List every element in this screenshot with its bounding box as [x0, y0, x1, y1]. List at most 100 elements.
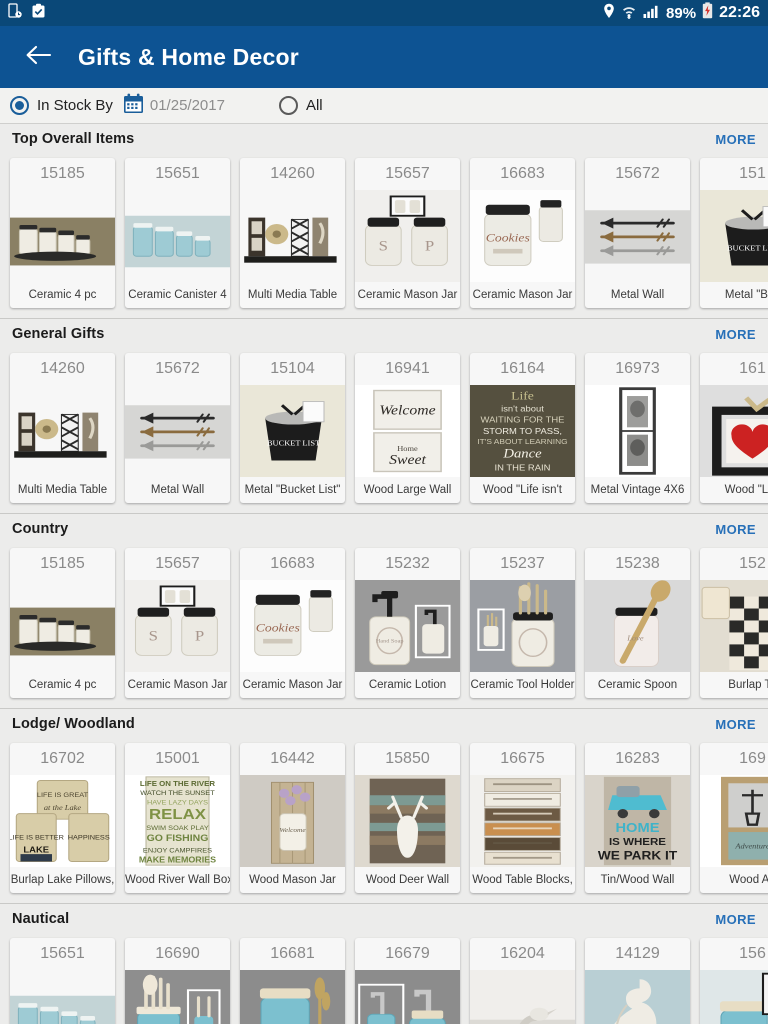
product-card[interactable]: 15672 Metal Wall: [585, 158, 690, 308]
product-card[interactable]: 15672 Metal Wall: [125, 353, 230, 503]
product-card[interactable]: 14260 Multi Media Table: [10, 353, 115, 503]
section-more-link[interactable]: MORE: [715, 717, 756, 732]
in-stock-date-value[interactable]: 01/25/2017: [150, 97, 225, 114]
product-name: Wood Deer Wall: [365, 874, 450, 886]
product-card[interactable]: 16941 Welcome Home Sweet Wood Large Wall: [355, 353, 460, 503]
product-card[interactable]: 14260 Multi Media Table: [240, 158, 345, 308]
product-image: [125, 385, 230, 477]
product-card[interactable]: 16973 Metal Vintage 4X6: [585, 353, 690, 503]
product-card[interactable]: 152 Burlap Ta: [700, 548, 768, 698]
product-card[interactable]: 15237 Ceramic Tool Holder: [470, 548, 575, 698]
product-number: 15185: [40, 165, 85, 182]
product-image: [355, 775, 460, 867]
product-row-scroller[interactable]: 15651 16690 16681 Love16679 16204 14129 …: [0, 934, 768, 1024]
svg-text:GO FISHING: GO FISHING: [147, 834, 209, 844]
back-button[interactable]: [16, 35, 60, 79]
product-card[interactable]: 15185 Ceramic 4 pc: [10, 548, 115, 698]
product-card[interactable]: 15651: [10, 938, 115, 1024]
product-card[interactable]: 161 Wood "Lov: [700, 353, 768, 503]
product-row-scroller[interactable]: 16702 LIFE IS GREAT at the Lake LIFE IS …: [0, 739, 768, 903]
product-card[interactable]: 14129: [585, 938, 690, 1024]
product-row-scroller[interactable]: 15185 Ceramic 4 pc 15651 Ceramic Canister…: [0, 154, 768, 318]
product-card[interactable]: 16283 HOME IS WHERE WE PARK IT Tin/Wood W…: [585, 743, 690, 893]
product-card[interactable]: 151 BUCKET LIST Metal "Buc: [700, 158, 768, 308]
filter-option-in-stock[interactable]: In Stock By 01/25/2017: [10, 93, 225, 119]
svg-text:S: S: [149, 629, 158, 645]
product-number: 152: [739, 555, 766, 572]
product-card[interactable]: 15001 LIFE ON THE RIVER WATCH THE SUNSET…: [125, 743, 230, 893]
product-card[interactable]: 15238 Love Ceramic Spoon: [585, 548, 690, 698]
product-name: Metal "Buc: [724, 289, 768, 301]
product-number: 16702: [40, 750, 85, 767]
product-name: Ceramic 4 pc: [28, 679, 97, 691]
product-name: Wood Large Wall: [363, 484, 452, 496]
product-card[interactable]: 16204: [470, 938, 575, 1024]
product-card[interactable]: 16681 Love: [240, 938, 345, 1024]
product-number: 16690: [155, 945, 200, 962]
filter-option-all[interactable]: All: [278, 96, 323, 115]
product-card[interactable]: 15657 S P Ceramic Mason Jar: [125, 548, 230, 698]
product-card[interactable]: 16442 Welcome Wood Mason Jar: [240, 743, 345, 893]
product-image: [10, 580, 115, 672]
radio-all[interactable]: [278, 96, 298, 115]
product-name: Ceramic Spoon: [597, 679, 678, 691]
product-card[interactable]: 15651 Ceramic Canister 4: [125, 158, 230, 308]
product-name: Metal "Bucket List": [244, 484, 341, 496]
calendar-icon[interactable]: [123, 93, 144, 119]
section-title: General Gifts: [12, 326, 105, 342]
category-section: General Gifts MORE 14260 Multi Media Table…: [0, 318, 768, 513]
product-card[interactable]: 15104 BUCKET LIST Metal "Bucket List": [240, 353, 345, 503]
section-more-link[interactable]: MORE: [715, 132, 756, 147]
product-number: 15238: [615, 555, 660, 572]
product-row-scroller[interactable]: 14260 Multi Media Table 15672 Metal Wall 1…: [0, 349, 768, 513]
product-number: 151: [739, 165, 766, 182]
clipboard-check-icon: [31, 3, 46, 24]
svg-text:IS WHERE: IS WHERE: [609, 837, 666, 848]
product-number: 14260: [40, 360, 85, 377]
product-number: 14129: [615, 945, 660, 962]
product-card[interactable]: 16675 Wood Table Blocks,: [470, 743, 575, 893]
filter-bar: In Stock By 01/25/2017 All: [0, 88, 768, 124]
section-more-link[interactable]: MORE: [715, 327, 756, 342]
product-name: Burlap Lake Pillows,: [10, 874, 115, 886]
section-more-link[interactable]: MORE: [715, 912, 756, 927]
product-card[interactable]: 15657 S P Ceramic Mason Jar: [355, 158, 460, 308]
svg-text:HAPPINESS: HAPPINESS: [68, 835, 110, 842]
product-card[interactable]: 16679: [355, 938, 460, 1024]
product-image: [240, 190, 345, 282]
product-image: [125, 190, 230, 282]
product-name: Wood Table Blocks,: [472, 874, 573, 886]
product-card[interactable]: 16683 Cookies Ceramic Mason Jar: [240, 548, 345, 698]
product-number: 15657: [385, 165, 430, 182]
svg-text:at the Lake: at the Lake: [44, 803, 82, 811]
product-name: Ceramic Lotion: [368, 679, 447, 691]
product-card[interactable]: 16683 Cookies Ceramic Mason Jar: [470, 158, 575, 308]
section-more-link[interactable]: MORE: [715, 522, 756, 537]
status-bar: 89% 22:26: [0, 0, 768, 26]
product-name: Wood "Lov: [724, 484, 768, 496]
radio-in-stock[interactable]: [10, 96, 29, 115]
category-section: Top Overall Items MORE 15185 Ceramic 4 pc 1…: [0, 124, 768, 318]
product-number: 169: [739, 750, 766, 767]
svg-text:Life: Life: [511, 389, 534, 402]
svg-text:BUCKET LIST: BUCKET LIST: [267, 439, 320, 447]
product-number: 16973: [615, 360, 660, 377]
product-row-scroller[interactable]: 15185 Ceramic 4 pc 15657 S P Ceramic Maso…: [0, 544, 768, 708]
battery-charging-icon: [702, 2, 713, 24]
category-sections-list[interactable]: Top Overall Items MORE 15185 Ceramic 4 pc 1…: [0, 124, 768, 1024]
product-number: 16204: [500, 945, 545, 962]
product-image: Welcome: [240, 775, 345, 867]
product-card[interactable]: 169 Adventure Wood Ad: [700, 743, 768, 893]
svg-text:LIFE IS GREAT: LIFE IS GREAT: [37, 792, 89, 799]
product-name: Wood Ad: [729, 874, 768, 886]
product-card[interactable]: 156: [700, 938, 768, 1024]
product-image: [585, 190, 690, 282]
product-card[interactable]: 15232 Hand Soap Ceramic Lotion: [355, 548, 460, 698]
product-card[interactable]: 16702 LIFE IS GREAT at the Lake LIFE IS …: [10, 743, 115, 893]
product-card[interactable]: 16690: [125, 938, 230, 1024]
product-card[interactable]: 16164 Life isn't about WAITING FOR THE S…: [470, 353, 575, 503]
product-card[interactable]: 15850 Wood Deer Wall: [355, 743, 460, 893]
product-card[interactable]: 15185 Ceramic 4 pc: [10, 158, 115, 308]
product-name: Wood "Life isn't: [483, 484, 562, 496]
product-image: S P: [125, 580, 230, 672]
